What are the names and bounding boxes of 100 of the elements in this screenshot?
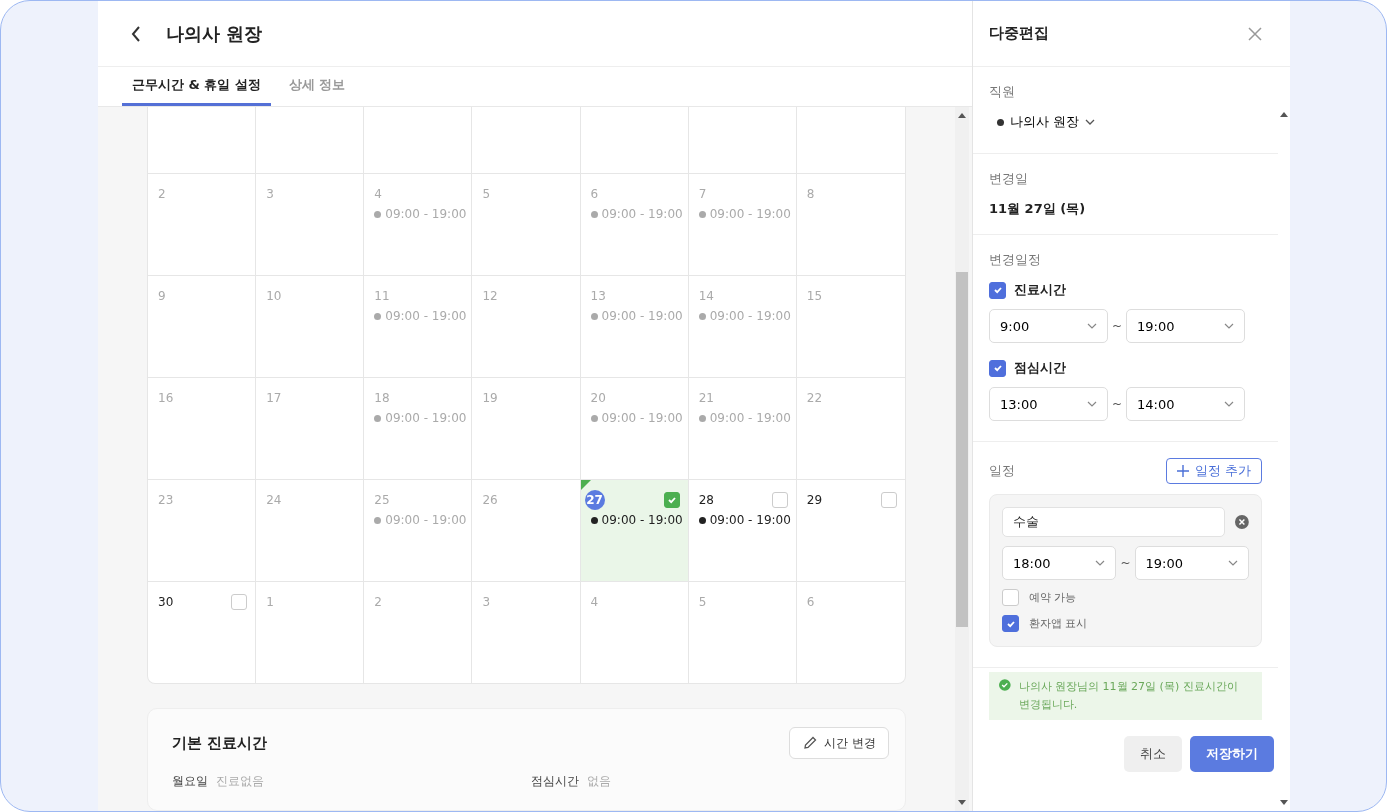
change-time-button[interactable]: 시간 변경 <box>789 727 889 759</box>
day-number: 9 <box>158 289 166 303</box>
calendar-day[interactable]: 7 09:00 - 19:00 <box>688 174 797 275</box>
calendar-day[interactable]: 24 <box>256 480 365 581</box>
day-number: 26 <box>482 493 498 507</box>
calendar-day[interactable]: 22 <box>796 378 905 479</box>
time-select[interactable]: 14:00 <box>1126 387 1246 421</box>
day-number: 15 <box>806 289 823 303</box>
calendar-day[interactable]: 8 <box>796 174 905 275</box>
calendar-day[interactable]: 20 09:00 - 19:00 <box>580 378 689 479</box>
chevron-down-icon <box>1224 400 1235 408</box>
calendar-day[interactable]: 2 <box>148 174 257 275</box>
day-number: 5 <box>698 595 707 609</box>
calendar-day[interactable]: 28 09:00 - 19:00 <box>688 480 797 581</box>
calendar-day[interactable]: 1 <box>256 582 365 683</box>
day-number: 5 <box>482 187 491 201</box>
day-number: 23 <box>158 493 174 507</box>
save-button[interactable]: 저장하기 <box>1190 736 1274 772</box>
calendar-day[interactable]: 3 <box>472 582 581 683</box>
checkbox[interactable] <box>989 281 1006 299</box>
calendar-day[interactable]: 13 09:00 - 19:00 <box>580 276 689 377</box>
work-hours: 09:00 - 19:00 <box>590 207 680 221</box>
calendar-day[interactable]: 16 <box>148 378 257 479</box>
chevron-down-icon <box>1087 400 1097 408</box>
day-number: 16 <box>158 391 174 405</box>
checkbox[interactable] <box>771 492 788 508</box>
time-select[interactable]: 19:00 <box>1134 546 1249 580</box>
day-number: 4 <box>590 595 599 609</box>
section-label: 직원 <box>989 83 1016 101</box>
calendar-day[interactable]: 6 09:00 - 19:00 <box>580 174 689 275</box>
calendar-day[interactable]: 9 <box>148 276 257 377</box>
calendar-day[interactable]: 2 <box>364 582 473 683</box>
day-number: 4 <box>374 187 382 201</box>
calendar-day[interactable]: 29 <box>796 480 905 581</box>
calendar-day[interactable]: 6 <box>796 582 905 683</box>
calendar-day[interactable]: 17 <box>256 378 365 479</box>
day-number: 14 <box>698 289 714 303</box>
tab[interactable]: 상세 정보 <box>278 67 356 106</box>
calendar-day[interactable]: 27 09:00 - 19:00 <box>580 480 689 581</box>
day-number: 2 <box>374 595 382 609</box>
range-separator: ~ <box>1120 556 1131 570</box>
close-icon[interactable] <box>1248 26 1262 41</box>
chevron-down-icon <box>1087 322 1097 330</box>
calendar-day[interactable]: 5 <box>688 582 797 683</box>
work-hours: 09:00 - 19:00 <box>590 411 680 425</box>
time-select[interactable]: 18:00 <box>1002 546 1117 580</box>
day-number: 21 <box>698 391 714 405</box>
calendar-day[interactable]: 21 09:00 - 19:00 <box>688 378 797 479</box>
remove-icon[interactable] <box>1235 515 1249 529</box>
calendar-day[interactable]: 19 <box>472 378 581 479</box>
day-number: 17 <box>266 391 282 405</box>
calendar-day[interactable]: 12 <box>472 276 581 377</box>
calendar-day[interactable]: 4 <box>580 582 689 683</box>
checkbox[interactable] <box>881 492 897 508</box>
calendar-day[interactable]: 26 <box>472 480 581 581</box>
calendar-day[interactable]: 11 09:00 - 19:00 <box>364 276 473 377</box>
work-hours: 09:00 - 19:00 <box>374 309 464 323</box>
day-number: 13 <box>590 289 606 303</box>
panel-title: 다중편집 <box>989 24 1049 43</box>
input-field[interactable]: 수술 <box>1002 507 1226 537</box>
time-select[interactable]: 13:00 <box>989 387 1108 421</box>
staff-dropdown[interactable]: 나의사 원장 <box>989 113 1096 137</box>
day-number: 30 <box>158 595 174 609</box>
calendar-day[interactable]: 30 <box>148 582 257 683</box>
page-title: 나의사 원장 <box>166 21 263 46</box>
pencil-icon <box>802 735 819 751</box>
day-number: 28 <box>698 493 714 507</box>
calendar-day[interactable]: 5 <box>472 174 581 275</box>
calendar-day[interactable]: 14 09:00 - 19:00 <box>688 276 797 377</box>
checkbox[interactable] <box>1002 589 1019 606</box>
card-title: 기본 진료시간 <box>172 733 268 753</box>
day-number: 3 <box>266 187 274 201</box>
time-select[interactable]: 19:00 <box>1126 309 1246 343</box>
day-number: 6 <box>806 595 815 609</box>
day-number: 20 <box>590 391 606 405</box>
calendar-day[interactable]: 15 <box>796 276 905 377</box>
calendar-day[interactable]: 4 09:00 - 19:00 <box>364 174 473 275</box>
add-schedule-button[interactable]: 일정 추가 <box>1165 458 1262 484</box>
cancel-button[interactable]: 취소 <box>1124 736 1182 772</box>
calendar-day[interactable]: 3 <box>256 174 365 275</box>
check-icon <box>992 285 1003 295</box>
time-select[interactable]: 9:00 <box>989 309 1108 343</box>
day-number: 6 <box>590 187 599 201</box>
calendar-day[interactable]: 18 09:00 - 19:00 <box>364 378 473 479</box>
chevron-down-icon <box>1095 559 1106 567</box>
day-number: 3 <box>482 595 491 609</box>
section-label: 일정 <box>989 462 1015 480</box>
checkbox[interactable] <box>663 492 680 508</box>
range-separator: ~ <box>1112 397 1123 411</box>
checkbox[interactable] <box>1002 615 1019 632</box>
day-number: 24 <box>266 493 282 507</box>
checkbox[interactable] <box>231 594 248 610</box>
row-label: 월요일 <box>172 773 208 790</box>
scrollbar[interactable] <box>955 107 969 811</box>
back-icon[interactable] <box>130 24 142 43</box>
section-label: 변경일 <box>989 170 1029 188</box>
calendar-day[interactable]: 25 09:00 - 19:00 <box>364 480 473 581</box>
checkbox[interactable] <box>989 359 1006 377</box>
calendar-day[interactable]: 23 <box>148 480 257 581</box>
calendar-day[interactable]: 10 <box>256 276 365 377</box>
